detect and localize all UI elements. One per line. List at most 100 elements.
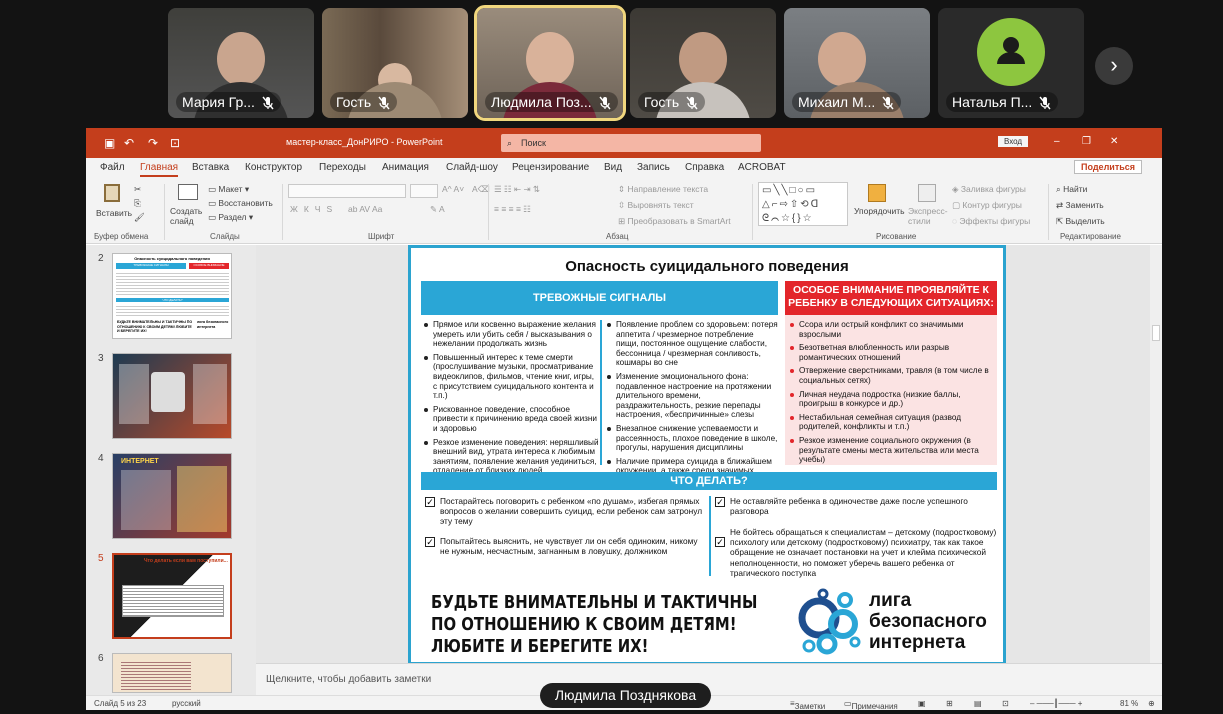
- list-item: Внезапное снижение успеваемости и рассея…: [606, 424, 778, 453]
- slide-thumbnail-3[interactable]: [112, 353, 232, 439]
- group-font: Шрифт: [368, 232, 395, 241]
- search-icon: ⌕: [507, 138, 513, 148]
- smartart-button[interactable]: ⊞ Преобразовать в SmartArt: [618, 216, 731, 227]
- comments-toggle[interactable]: ▭ Примечания: [844, 699, 898, 710]
- next-participants-button[interactable]: ›: [1095, 47, 1133, 85]
- tab-acrobat[interactable]: ACROBAT: [738, 162, 786, 173]
- tab-view[interactable]: Вид: [604, 162, 622, 173]
- shape-outline-button[interactable]: ▢ Контур фигуры: [952, 200, 1022, 211]
- share-button[interactable]: Поделиться: [1074, 160, 1143, 174]
- participant-tile[interactable]: Гость: [630, 8, 776, 118]
- text-direction-button[interactable]: ⇕ Направление текста: [618, 184, 708, 195]
- shape-fill-button[interactable]: ◈ Заливка фигуры: [952, 184, 1026, 195]
- align-text-button[interactable]: ⇳ Выровнять текст: [618, 200, 694, 211]
- slide-thumbnail-5-selected[interactable]: Что делать если вам поступили...: [112, 553, 232, 639]
- zoom-level[interactable]: 81 %: [1120, 699, 1138, 708]
- list-item: Нестабильная семейная ситуация (развод р…: [789, 413, 993, 432]
- vertical-scrollbar[interactable]: [1150, 245, 1162, 663]
- paste-button[interactable]: Вставить: [94, 182, 132, 228]
- close-icon[interactable]: ✕: [1110, 136, 1118, 147]
- slogan-line: ЛЮБИТЕ И БЕРЕГИТЕ ИХ!: [431, 637, 649, 657]
- slideshow-icon[interactable]: ⊡: [1002, 699, 1009, 708]
- format-painter-icon[interactable]: 🖌: [134, 212, 145, 223]
- redo-icon[interactable]: ↷: [148, 136, 158, 150]
- find-button[interactable]: ⌕ Найти: [1056, 184, 1087, 195]
- mic-muted-icon: [261, 95, 275, 110]
- undo-icon[interactable]: ↶: [124, 136, 134, 150]
- participant-tile-active-speaker[interactable]: Людмила Поз...: [474, 5, 626, 121]
- quick-styles-label: Экспресс-стили: [908, 206, 948, 226]
- arrange-label: Упорядочить: [854, 206, 905, 216]
- tab-record[interactable]: Запись: [637, 162, 670, 173]
- slide-sorter-icon[interactable]: ⊞: [946, 699, 953, 708]
- advice-item: Попытайтесь выяснить, не чувствует ли он…: [440, 536, 698, 557]
- font-grow-icon[interactable]: A^ A˅: [442, 184, 464, 194]
- thumb-title: ИНТЕРНЕТ: [121, 458, 159, 465]
- tab-home[interactable]: Главная: [140, 162, 179, 177]
- new-slide-button[interactable]: Создать слайд: [170, 182, 204, 228]
- tab-review[interactable]: Рецензирование: [512, 162, 589, 173]
- warning-signs-column-2: Появление проблем со здоровьем: потеря а…: [606, 320, 778, 490]
- align-icons[interactable]: ≡ ≡ ≡ ≡ ☷: [494, 204, 531, 215]
- participant-tile[interactable]: Михаил М...: [784, 8, 930, 118]
- participant-tile[interactable]: Мария Гр...: [168, 8, 314, 118]
- reset-button[interactable]: ▭ Восстановить: [208, 198, 273, 209]
- ribbon-tabs: Файл Главная Вставка Конструктор Переход…: [86, 158, 1162, 178]
- mic-muted-icon: [1038, 95, 1052, 110]
- normal-view-icon[interactable]: ▣: [918, 699, 926, 708]
- present-icon[interactable]: ⊡: [170, 136, 180, 150]
- tab-design[interactable]: Конструктор: [245, 162, 302, 173]
- copy-icon[interactable]: ⎘: [134, 198, 141, 209]
- fit-slide-icon[interactable]: ⊕: [1148, 699, 1155, 708]
- participant-tile[interactable]: Наталья П...: [938, 8, 1084, 118]
- font-style-icons[interactable]: ЖКЧS: [290, 204, 338, 214]
- cut-icon[interactable]: ✂: [134, 184, 141, 195]
- text-direction-label: Направление текста: [627, 184, 709, 194]
- restore-icon[interactable]: ❐: [1082, 136, 1091, 147]
- replace-button[interactable]: ⇄ Заменить: [1056, 200, 1104, 211]
- tab-slideshow[interactable]: Слайд-шоу: [446, 162, 498, 173]
- font-family-select[interactable]: [288, 184, 406, 198]
- minimize-icon[interactable]: –: [1054, 136, 1060, 147]
- arrange-button[interactable]: Упорядочить: [854, 182, 906, 228]
- quick-styles-button[interactable]: Экспресс-стили: [908, 182, 948, 228]
- advice-item: Не бойтесь обращаться к специалистам – д…: [730, 527, 997, 578]
- reading-view-icon[interactable]: ▤: [974, 699, 982, 708]
- document-title: мастер-класс_ДонРИРО - PowerPoint: [286, 137, 443, 147]
- font-size-select[interactable]: [410, 184, 438, 198]
- participant-name: Гость: [644, 94, 680, 110]
- slide-thumbnail-2[interactable]: Опасность суицидального поведения ТРЕВОЖ…: [112, 253, 232, 339]
- shape-fill-label: Заливка фигуры: [960, 184, 1026, 194]
- tab-help[interactable]: Справка: [685, 162, 724, 173]
- participant-name: Мария Гр...: [182, 94, 255, 110]
- layout-button[interactable]: ▭ Макет ▾: [208, 184, 249, 195]
- font-color-icon[interactable]: ✎ A: [430, 204, 445, 215]
- section-button[interactable]: ▭ Раздел ▾: [208, 212, 253, 223]
- group-drawing: Рисование: [876, 232, 917, 241]
- tab-animations[interactable]: Анимация: [382, 162, 429, 173]
- shapes-gallery[interactable]: ▭╲╲□○▭ △⌐⇨⇧⟲ᗡ ᘓ⌒☆{}☆: [758, 182, 848, 226]
- zoom-slider[interactable]: – ───┃─── +: [1030, 699, 1082, 708]
- tab-transitions[interactable]: Переходы: [319, 162, 366, 173]
- char-spacing-icon[interactable]: ab AV Aa: [348, 204, 382, 214]
- thumb-number: 6: [98, 653, 104, 664]
- new-slide-icon: [178, 184, 198, 200]
- slide-thumbnail-4[interactable]: ИНТЕРНЕТ: [112, 453, 232, 539]
- participant-tile[interactable]: Гость: [322, 8, 468, 118]
- bullets-icon[interactable]: ☰ ☷ ⇤ ⇥ ⇅: [494, 184, 540, 195]
- notes-toggle[interactable]: ≡ Заметки: [790, 699, 825, 710]
- warning-signs-column-1: Прямое или косвенно выражение желания ум…: [423, 320, 599, 490]
- tab-file[interactable]: Файл: [100, 162, 125, 173]
- language-indicator[interactable]: русский: [172, 699, 201, 708]
- sign-in-button[interactable]: Вход: [998, 136, 1029, 147]
- shape-effects-button[interactable]: ◌ Эффекты фигуры: [952, 216, 1030, 226]
- shared-screen: ▣ ↶ ↷ ⊡ мастер-класс_ДонРИРО - PowerPoin…: [86, 128, 1162, 710]
- checkbox-icon: ✓: [425, 497, 435, 507]
- select-button[interactable]: ⇱ Выделить: [1056, 216, 1105, 227]
- slide[interactable]: Опасность суицидального поведения ТРЕВОЖ…: [408, 245, 1006, 665]
- smartart-label: Преобразовать в SmartArt: [627, 216, 731, 226]
- search-input[interactable]: ⌕ Поиск: [501, 134, 761, 152]
- save-icon[interactable]: ▣: [104, 136, 115, 150]
- slide-thumbnail-6[interactable]: [112, 653, 232, 693]
- tab-insert[interactable]: Вставка: [192, 162, 229, 173]
